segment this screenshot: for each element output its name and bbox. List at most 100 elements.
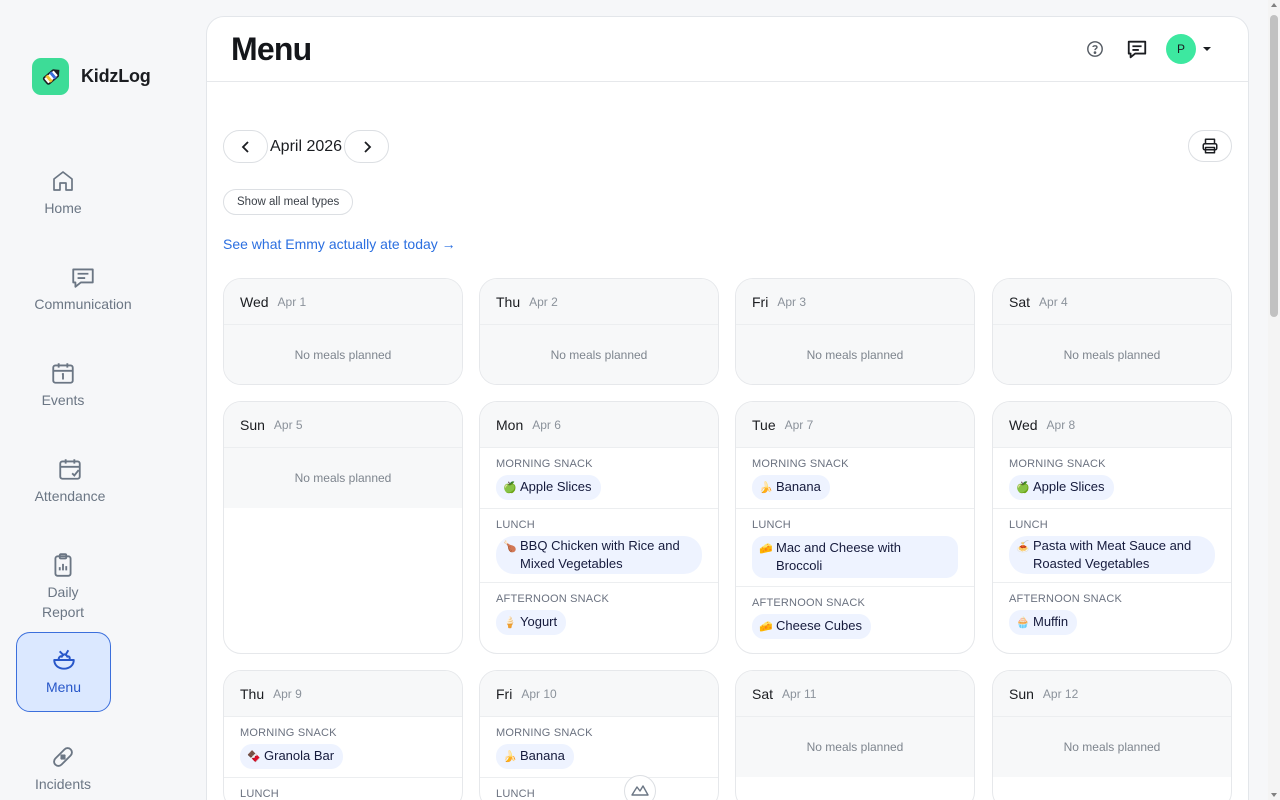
day-card: Sun Apr 5 No meals planned	[223, 401, 463, 654]
day-name: Tue	[752, 416, 776, 433]
scroll-down-arrow[interactable]	[1271, 793, 1277, 797]
calendar-check-icon	[59, 459, 81, 480]
see-what-ate-link[interactable]: See what Emmy actually ate today →	[223, 236, 456, 252]
food-item[interactable]: 🍏 Apple Slices	[496, 475, 601, 500]
no-meals-text: No meals planned	[224, 325, 462, 384]
food-name: Yogurt	[520, 614, 558, 629]
food-icon: 🧁	[1016, 617, 1030, 629]
scroll-up-button[interactable]	[624, 775, 656, 800]
food-icon: 🧀	[759, 621, 773, 633]
sidebar-item-label: Menu	[45, 679, 82, 695]
day-date: Apr 2	[529, 294, 558, 309]
food-icon: 🍌	[759, 482, 773, 494]
day-card: Tue Apr 7 MORNING SNACK 🍌 Banana LUNCH 🧀 Mac an…	[735, 401, 975, 654]
meal-type-label: MORNING SNACK	[496, 458, 593, 470]
meal-section: MORNING SNACK 🍫 Granola Bar	[224, 717, 462, 778]
day-name: Thu	[496, 293, 521, 310]
messages-button[interactable]	[1124, 33, 1150, 65]
food-item[interactable]: 🍌 Banana	[752, 475, 830, 500]
page-title: Menu	[231, 31, 312, 67]
food-item[interactable]: 🍏 Apple Slices	[1009, 475, 1114, 500]
food-item[interactable]: 🍗 BBQ Chicken with Rice and Mixed Vegetab…	[496, 536, 702, 574]
meal-type-label: LUNCH	[1009, 519, 1048, 531]
brand[interactable]: KidzLog	[32, 58, 151, 95]
meal-type-label: AFTERNOON SNACK	[1009, 593, 1123, 605]
sidebar-item-label: Home	[44, 200, 82, 216]
sidebar-item-attendance[interactable]: Attendance	[24, 456, 116, 506]
print-button[interactable]	[1188, 130, 1232, 162]
show-all-meal-types-chip[interactable]: Show all meal types	[223, 189, 354, 215]
meal-section: LUNCH	[224, 778, 462, 800]
sidebar-item-label: Events	[41, 392, 85, 408]
food-icon: 🧀	[759, 543, 773, 555]
day-card: Sat Apr 11 No meals planned	[735, 670, 975, 800]
scroll-up-arrow[interactable]	[1271, 3, 1277, 7]
scroll-thumb[interactable]	[1270, 15, 1278, 317]
food-icon: 🍏	[1016, 482, 1030, 494]
account-menu[interactable]: P	[1166, 34, 1212, 64]
no-meals-text: No meals planned	[736, 325, 974, 384]
meal-type-label: MORNING SNACK	[1009, 458, 1106, 470]
food-item[interactable]: 🧀 Mac and Cheese with Broccoli	[752, 536, 958, 578]
sidebar-item-label: Incidents	[34, 776, 92, 792]
day-date: Apr 7	[784, 417, 814, 432]
food-item[interactable]: 🍌 Banana	[496, 744, 574, 769]
day-card: Thu Apr 9 MORNING SNACK 🍫 Granola Bar LUNCH	[223, 670, 463, 800]
meal-type-label: AFTERNOON SNACK	[752, 597, 866, 609]
bowl-icon	[52, 649, 75, 670]
top-actions: P	[1082, 33, 1212, 65]
meal-section: AFTERNOON SNACK 🍦 Yogurt	[480, 583, 718, 643]
day-card-header: Thu Apr 2	[480, 279, 718, 325]
sidebar-item-home[interactable]: Home	[24, 168, 102, 218]
day-card: Wed Apr 1 No meals planned	[223, 278, 463, 385]
food-name: BBQ Chicken with Rice and Mixed Vegetabl…	[520, 538, 680, 571]
no-meals-text: No meals planned	[224, 448, 462, 508]
sidebar-item-communication[interactable]: Communication	[24, 264, 142, 314]
chevron-right-icon	[363, 140, 371, 153]
food-name: Granola Bar	[264, 748, 335, 763]
day-card-header: Mon Apr 6	[480, 402, 718, 448]
meal-type-label: MORNING SNACK	[752, 458, 849, 470]
sidebar-item-incidents[interactable]: Incidents	[24, 744, 102, 794]
no-meals-text: No meals planned	[480, 325, 718, 384]
sidebar-item-events[interactable]: Events	[24, 360, 102, 410]
top-bar: Menu P	[207, 17, 1248, 82]
meal-section: LUNCH	[480, 778, 718, 800]
food-item[interactable]: 🍦 Yogurt	[496, 610, 567, 635]
meal-section: MORNING SNACK 🍏 Apple Slices	[993, 448, 1231, 509]
sidebar-item-daily-report[interactable]: Daily Report	[24, 552, 102, 622]
food-icon: 🍗	[503, 541, 517, 553]
food-item[interactable]: 🧁 Muffin	[1009, 610, 1078, 635]
food-name: Banana	[776, 479, 821, 494]
day-date: Apr 4	[1039, 294, 1068, 309]
food-item[interactable]: 🍫 Granola Bar	[240, 744, 344, 769]
day-date: Apr 8	[1046, 417, 1076, 432]
meal-section: LUNCH 🧀 Mac and Cheese with Broccoli	[736, 509, 974, 587]
food-item[interactable]: 🧀 Cheese Cubes	[752, 614, 871, 639]
pencil-icon	[32, 58, 69, 95]
prev-month-button[interactable]	[223, 130, 268, 163]
meal-type-label: LUNCH	[496, 788, 535, 800]
next-month-button[interactable]	[344, 130, 390, 163]
food-item[interactable]: 🍝 Pasta with Meat Sauce and Roasted Veget…	[1009, 536, 1215, 574]
day-card-header: Sat Apr 11	[736, 671, 974, 717]
day-date: Apr 3	[777, 294, 807, 309]
day-date: Apr 12	[1042, 686, 1079, 701]
meal-type-label: MORNING SNACK	[496, 727, 593, 739]
month-label: April 2026	[270, 137, 343, 155]
meal-type-label: LUNCH	[752, 519, 791, 531]
chevron-left-icon	[241, 140, 249, 153]
home-icon	[53, 171, 73, 191]
day-name: Fri	[752, 293, 769, 310]
day-name: Mon	[496, 416, 524, 433]
scrollbar[interactable]	[1268, 0, 1280, 800]
bandage-icon	[53, 747, 73, 767]
day-card: Fri Apr 10 MORNING SNACK 🍌 Banana LUNCH	[479, 670, 719, 800]
sidebar-item-label: Attendance	[34, 488, 106, 504]
day-card-header: Wed Apr 1	[224, 279, 462, 325]
help-button[interactable]	[1082, 33, 1108, 65]
food-icon: 🍦	[503, 617, 517, 629]
food-name: Pasta with Meat Sauce and Roasted Vegeta…	[1033, 538, 1192, 571]
sidebar-item-menu[interactable]: Menu	[16, 632, 111, 712]
sidebar: KidzLog Home Communication Events Attend…	[0, 0, 206, 800]
